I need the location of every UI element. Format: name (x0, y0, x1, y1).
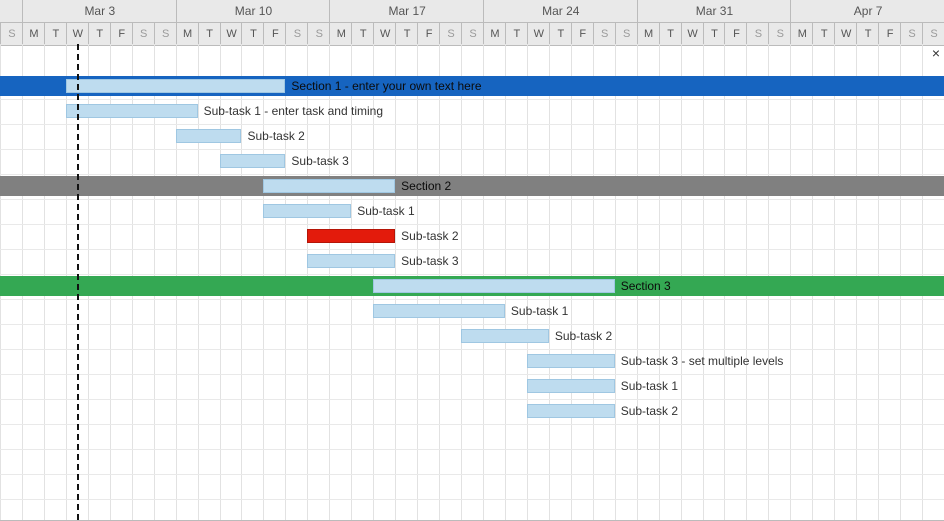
dow-cell: S (768, 23, 791, 45)
week-header-cell: Mar 17 (329, 0, 484, 22)
task-label: Sub-task 1 - enter task and timing (204, 104, 383, 118)
dow-cell: M (176, 23, 199, 45)
dow-cell: F (110, 23, 133, 45)
task-bar[interactable] (263, 204, 351, 218)
week-header-row: Mar 3Mar 10Mar 17Mar 24Mar 31Apr 7 (0, 0, 944, 23)
close-icon[interactable]: × (932, 46, 940, 60)
dow-cell: T (351, 23, 374, 45)
dow-cell: F (878, 23, 901, 45)
dow-cell: F (263, 23, 286, 45)
dow-cell: S (0, 23, 23, 45)
week-header-cell: Mar 24 (483, 0, 638, 22)
dow-cell: T (198, 23, 221, 45)
today-marker (77, 44, 79, 520)
gantt-body: × Section 1 - enter your own text here Su… (0, 44, 944, 520)
dow-cell: T (241, 23, 264, 45)
dow-cell: T (88, 23, 111, 45)
dow-cell: M (22, 23, 45, 45)
dow-cell: M (790, 23, 813, 45)
dow-cell: S (285, 23, 308, 45)
task-bar[interactable] (461, 329, 549, 343)
section-band (0, 176, 944, 196)
task-bar[interactable] (373, 304, 505, 318)
task-label: Sub-task 3 (401, 254, 458, 268)
section-bar[interactable] (66, 79, 286, 93)
week-header-cell: Mar 10 (176, 0, 331, 22)
dow-cell: S (900, 23, 923, 45)
dow-cell: T (812, 23, 835, 45)
dow-cell: T (505, 23, 528, 45)
dow-cell: S (461, 23, 484, 45)
week-header-cell: Mar 31 (637, 0, 792, 22)
dow-cell: W (66, 23, 89, 45)
dow-cell: S (615, 23, 638, 45)
dow-cell: T (395, 23, 418, 45)
task-bar[interactable] (176, 129, 242, 143)
task-label: Sub-task 2 (621, 404, 678, 418)
task-label: Sub-task 3 - set multiple levels (621, 354, 784, 368)
dow-cell: T (549, 23, 572, 45)
dow-cell: T (856, 23, 879, 45)
dow-cell: W (834, 23, 857, 45)
task-bar[interactable] (527, 404, 615, 418)
dow-cell: M (329, 23, 352, 45)
task-label: Sub-task 2 (555, 329, 612, 343)
week-header-cell: Mar 3 (22, 0, 177, 22)
dow-cell: M (483, 23, 506, 45)
task-bar[interactable] (527, 354, 615, 368)
week-header-cell: Apr 7 (790, 0, 944, 22)
section-label: Section 2 (401, 179, 451, 193)
section-bar[interactable] (263, 179, 395, 193)
task-label: Sub-task 2 (247, 129, 304, 143)
section-label: Section 3 (621, 279, 671, 293)
dow-cell: S (132, 23, 155, 45)
dow-cell: S (307, 23, 330, 45)
task-bar[interactable] (220, 154, 286, 168)
task-bar[interactable] (307, 254, 395, 268)
dow-cell: S (439, 23, 462, 45)
gantt-header: Mar 3Mar 10Mar 17Mar 24Mar 31Apr 7 SMTWT… (0, 0, 944, 46)
dow-cell: T (703, 23, 726, 45)
task-label: Sub-task 2 (401, 229, 458, 243)
task-label: Sub-task 3 (291, 154, 348, 168)
dow-cell: M (637, 23, 660, 45)
task-bar[interactable] (66, 104, 198, 118)
day-of-week-row: SMTWTFSSMTWTFSSMTWTFSSMTWTFSSMTWTFSSMTWT… (0, 23, 944, 46)
task-label: Sub-task 1 (511, 304, 568, 318)
dow-cell: S (154, 23, 177, 45)
dow-cell: W (527, 23, 550, 45)
task-bar[interactable] (307, 229, 395, 243)
task-label: Sub-task 1 (621, 379, 678, 393)
dow-cell: S (746, 23, 769, 45)
dow-cell: T (44, 23, 67, 45)
dow-cell: F (417, 23, 440, 45)
section-bar[interactable] (373, 279, 614, 293)
section-label: Section 1 - enter your own text here (291, 79, 481, 93)
dow-cell: F (724, 23, 747, 45)
dow-cell: W (373, 23, 396, 45)
dow-cell: T (659, 23, 682, 45)
dow-cell: W (220, 23, 243, 45)
dow-cell: S (922, 23, 944, 45)
dow-cell: S (593, 23, 616, 45)
gantt-chart: Mar 3Mar 10Mar 17Mar 24Mar 31Apr 7 SMTWT… (0, 0, 944, 521)
task-label: Sub-task 1 (357, 204, 414, 218)
task-bar[interactable] (527, 379, 615, 393)
dow-cell: W (681, 23, 704, 45)
dow-cell: F (571, 23, 594, 45)
